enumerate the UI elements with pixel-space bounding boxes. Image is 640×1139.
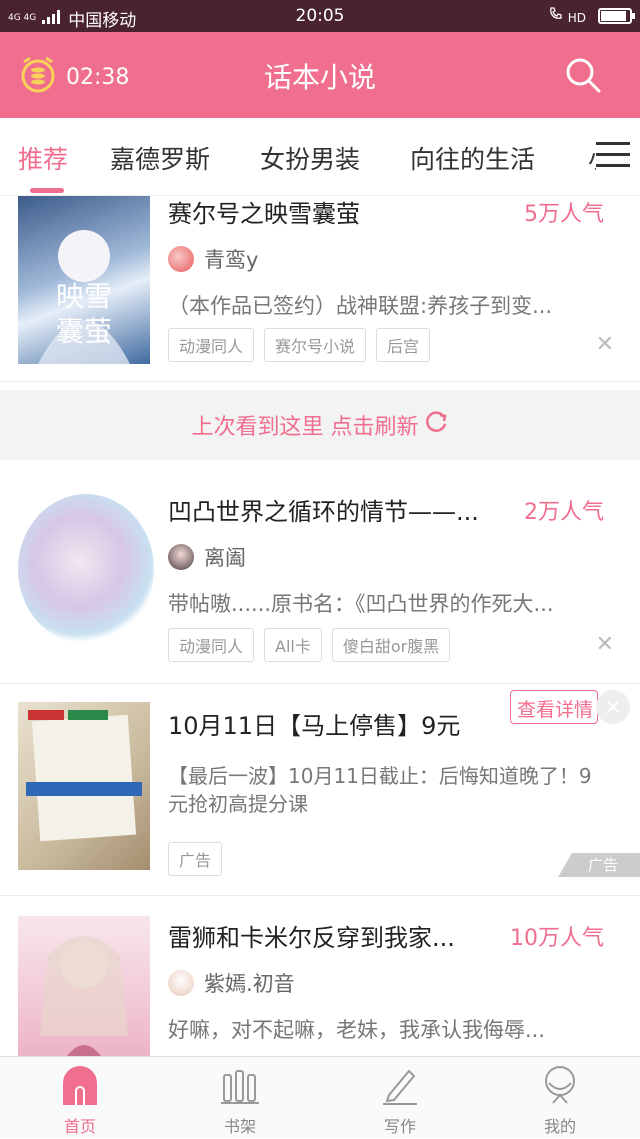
refresh-label: 上次看到这里 点击刷新 [191,415,419,440]
profile-icon [541,1065,579,1105]
home-icon [61,1065,99,1105]
status-time: 20:05 [295,6,345,26]
tag-list: 动漫同人 All卡 傻白甜or腹黑 [168,628,451,662]
search-button[interactable] [564,56,602,98]
popularity: 2万人气 [524,500,604,525]
tag[interactable]: 赛尔号小说 [264,328,367,362]
ad-title: 10月11日【马上停售】9元 [168,712,461,740]
author-row[interactable]: 青鸾y [168,244,258,274]
search-icon [564,58,602,98]
bookshelf-icon [221,1065,259,1105]
ad-image [18,702,150,870]
refresh-icon [425,410,449,440]
nav-label: 书架 [223,1117,256,1136]
author-name: 离阖 [204,546,246,570]
book-description: （本作品已签约）战神联盟:养孩子到变... [168,294,553,318]
tag-list: 动漫同人 赛尔号小说 后宫 [168,328,431,362]
battery-icon [598,7,635,24]
book-cover-image [18,916,150,1058]
nav-bookshelf[interactable]: 书架 [160,1057,320,1139]
close-icon[interactable]: ✕ [596,690,630,724]
tab-recommend[interactable]: 推荐 [18,140,68,176]
book-description: 好嘛，对不起嘛，老妹，我承认我侮辱... [168,1018,546,1042]
app-title: 话本小说 [263,61,376,94]
avatar [168,970,194,996]
tag[interactable]: 傻白甜or腹黑 [331,628,451,662]
tab-xiangwang-shenghuo[interactable]: 向往的生活 [410,140,535,176]
tag-list: 广告 [168,842,223,876]
svg-text:映雪: 映雪 [56,280,112,313]
author-row[interactable]: 离阖 [168,542,246,572]
book-title: 凹凸世界之循环的情节——... [168,498,479,526]
nav-home[interactable]: 首页 [0,1057,160,1139]
tab-jiade-luosi[interactable]: 嘉德罗斯 [110,140,210,176]
ad-item[interactable]: 10月11日【马上停售】9元 查看详情 ✕ 【最后一波】10月11日截止：后悔知… [0,684,640,896]
book-cover-image [18,494,154,644]
tab-nvban-nanzhuang[interactable]: 女扮男装 [260,140,360,176]
tag[interactable]: 动漫同人 [168,328,255,362]
novel-feed: 映雪 囊萤 赛尔号之映雪囊萤 5万人气 青鸾y （本作品已签约）战神联盟:养孩子… [0,196,640,1058]
author-name: 紫嫣.初音 [204,972,295,996]
popularity: 5万人气 [524,202,604,227]
avatar [168,544,194,570]
book-cover-image: 映雪 囊萤 [18,196,150,364]
nav-label: 我的 [543,1117,576,1136]
tag[interactable]: 动漫同人 [168,628,255,662]
avatar [168,246,194,272]
list-item[interactable]: 雷狮和卡米尔反穿到我家... 10万人气 紫嫣.初音 好嘛，对不起嘛，老妹，我承… [0,896,640,1058]
popularity: 10万人气 [510,926,604,951]
tag[interactable]: 后宫 [376,328,431,362]
author-name: 青鸾y [204,248,259,272]
active-tab-indicator [30,188,64,193]
app-header: 02:38 话本小说 [0,32,640,118]
view-details-button[interactable]: 查看详情 [510,690,598,724]
nav-write[interactable]: 写作 [320,1057,480,1139]
pencil-icon [381,1065,419,1105]
book-title: 赛尔号之映雪囊萤 [168,200,360,228]
list-item[interactable]: 凹凸世界之循环的情节——... 2万人气 离阖 带帖嗷......原书名：《凹凸… [0,460,640,684]
menu-icon[interactable] [596,142,630,170]
book-description: 带帖嗷......原书名：《凹凸世界的作死大... [168,592,554,616]
bottom-navigation: 首页 书架 写作 我的 [0,1056,640,1138]
nav-label: 首页 [63,1117,96,1136]
ad-mark-badge: 广告 [558,853,640,877]
tag[interactable]: All卡 [264,628,322,662]
svg-text:囊萤: 囊萤 [56,315,112,348]
ad-description: 【最后一波】10月11日截止：后悔知道晚了！9元抢初高提分课 [168,764,592,816]
nav-label: 写作 [383,1117,416,1136]
refresh-banner[interactable]: 上次看到这里 点击刷新 [0,390,640,460]
ad-tag: 广告 [168,842,223,876]
list-item[interactable]: 映雪 囊萤 赛尔号之映雪囊萤 5万人气 青鸾y （本作品已签约）战神联盟:养孩子… [0,196,640,382]
category-tabs: 推荐 嘉德罗斯 女扮男装 向往的生活 小 [0,118,640,196]
nav-profile[interactable]: 我的 [480,1057,640,1139]
author-row[interactable]: 紫嫣.初音 [168,968,295,998]
dismiss-button[interactable]: ✕ [596,332,614,357]
hd-label: HD [567,11,586,25]
status-bar: 4G 4G 中国移动 20:05 HD [0,0,640,32]
hd-call-icon: HD [548,6,586,25]
book-title: 雷狮和卡米尔反穿到我家... [168,924,455,952]
dismiss-button[interactable]: ✕ [596,632,614,657]
